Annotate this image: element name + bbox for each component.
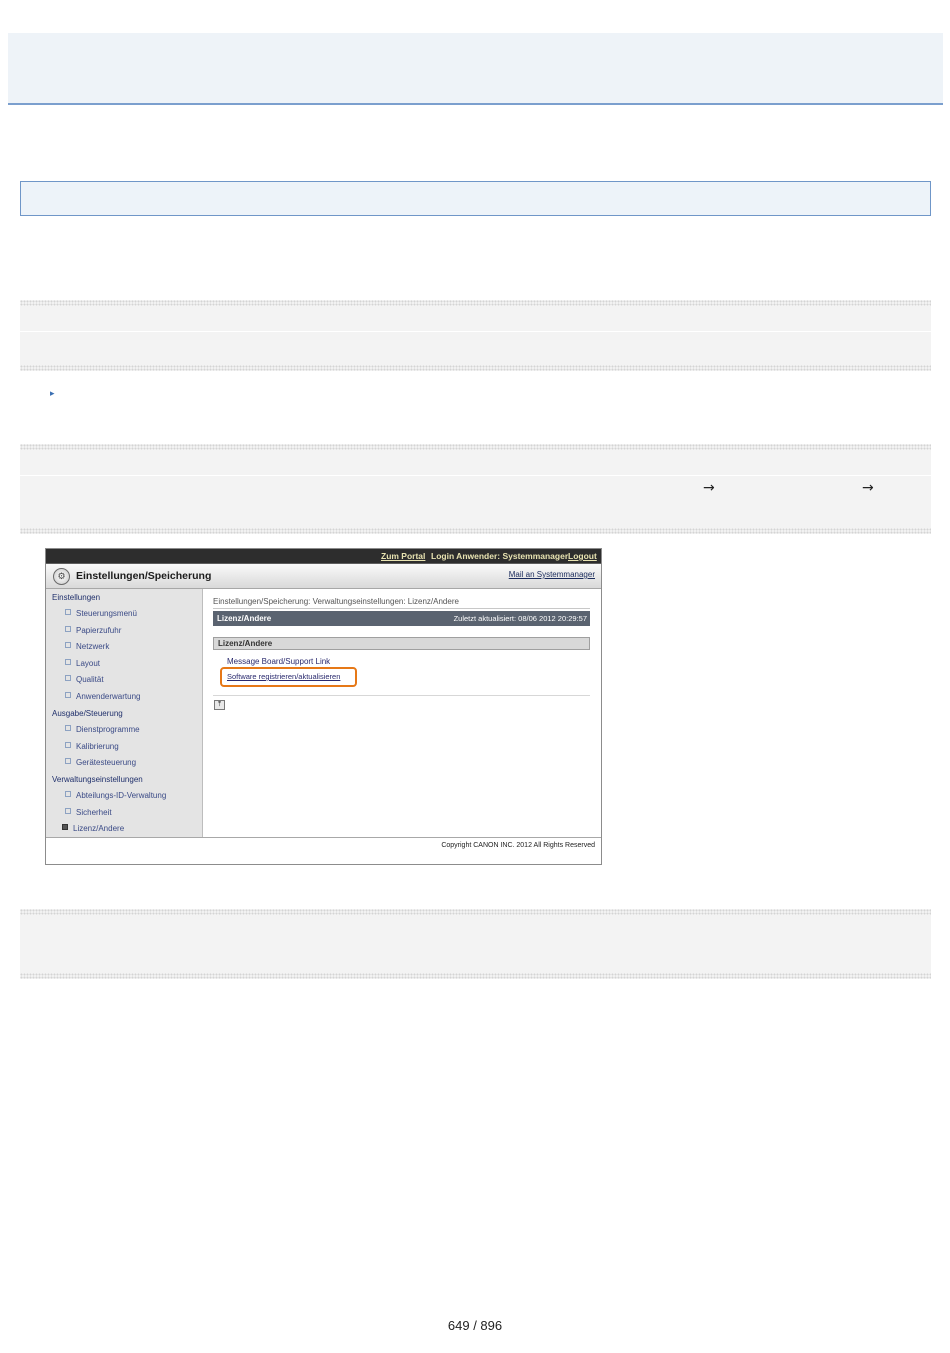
portal-link[interactable]: Zum Portal [381,551,425,561]
copyright: Copyright CANON INC. 2012 All Rights Res… [441,842,595,849]
step-band-bottom-border [20,973,931,979]
sidebar-item-label: Gerätesteuerung [76,758,137,767]
sidebar-item-steuerungsmenue[interactable]: Steuerungsmenü [65,609,137,618]
sidebar-item-label: Qualität [76,675,104,684]
software-register-link[interactable]: Software registrieren/aktualisieren [227,672,340,681]
arrow-icon: → [862,480,874,496]
bullet-square-icon [65,758,71,764]
step-band-1 [20,306,931,365]
link-arrow-icon: ▸ [50,389,55,399]
sidebar-item-label: Dienstprogramme [76,725,140,734]
step-band-divider [20,331,931,332]
sidebar: Einstellungen Steuerungsmenü Papierzufuh… [46,589,203,864]
step-band-3 [20,915,931,973]
sidebar-item-abteilungs-id[interactable]: Abteilungs-ID-Verwaltung [65,791,166,800]
bullet-square-icon [65,675,71,681]
bullet-square-icon [65,609,71,615]
sidebar-group-verwaltung: Verwaltungseinstellungen [52,775,143,784]
bullet-square-icon [65,742,71,748]
breadcrumb-divider [213,608,590,609]
page-number: 649 / 896 [447,1318,503,1333]
sidebar-item-label: Abteilungs-ID-Verwaltung [76,791,167,800]
logout-link[interactable]: Logout [568,551,597,561]
bullet-square-icon [65,659,71,665]
step-band-divider [20,475,931,476]
subsection-title-bar: Lizenz/Andere [213,637,590,650]
breadcrumb: Einstellungen/Speicherung: Verwaltungsei… [213,597,459,606]
remote-ui-header: ⚙ Einstellungen/Speicherung Mail an Syst… [46,564,601,589]
sidebar-item-label: Steuerungsmenü [76,609,137,618]
bullet-square-icon [65,626,71,632]
sidebar-item-kalibrierung[interactable]: Kalibrierung [65,742,119,751]
page-title: Einstellungen/Speicherung [76,570,212,582]
bullet-square-icon [65,808,71,814]
main-content: Einstellungen/Speicherung: Verwaltungsei… [204,589,601,837]
last-updated: Zuletzt aktualisiert: 08/06 2012 20:29:5… [453,614,587,623]
mail-systemmanager-link[interactable]: Mail an Systemmanager [509,570,595,579]
section-title: Lizenz/Andere [217,614,272,623]
remote-ui-screenshot: Zum Portal Login Anwender: Systemmanager… [45,548,602,865]
step-band-bottom-border [20,528,931,534]
sidebar-group-einstellungen: Einstellungen [52,593,101,602]
arrow-icon: → [703,480,715,496]
settings-gear-icon: ⚙ [53,568,70,585]
sidebar-item-lizenz-andere[interactable]: Lizenz/Andere [62,824,124,833]
sidebar-item-netzwerk[interactable]: Netzwerk [65,642,109,651]
page-header-band [8,33,943,105]
sidebar-item-label: Papierzufuhr [76,626,122,635]
sidebar-item-label: Layout [76,659,101,668]
sidebar-item-label: Netzwerk [76,642,110,651]
sidebar-item-label: Lizenz/Andere [73,824,125,833]
sidebar-item-geraetesteuerung[interactable]: Gerätesteuerung [65,758,136,767]
sidebar-item-qualitaet[interactable]: Qualität [65,675,104,684]
sidebar-item-label: Kalibrierung [76,742,119,751]
sidebar-item-sicherheit[interactable]: Sicherheit [65,808,112,817]
bullet-square-icon [65,725,71,731]
sidebar-item-label: Anwenderwartung [76,692,141,701]
remote-ui-topbar: Zum Portal Login Anwender: Systemmanager… [46,549,601,564]
bullet-square-icon [65,692,71,698]
sidebar-item-dienstprogramme[interactable]: Dienstprogramme [65,725,140,734]
back-to-top-icon[interactable]: ⤒ [214,700,225,710]
login-user-label: Login Anwender: Systemmanager [431,551,569,561]
sidebar-item-label: Sicherheit [76,808,112,817]
remote-ui-footer: Copyright CANON INC. 2012 All Rights Res… [46,837,601,864]
section-heading-box [20,181,931,216]
subsection-title: Lizenz/Andere [218,639,273,648]
bullet-square-icon [62,824,68,830]
message-board-link[interactable]: Message Board/Support Link [227,657,330,666]
sidebar-item-papierzufuhr[interactable]: Papierzufuhr [65,626,121,635]
step-band-bottom-border [20,365,931,371]
content-divider [213,695,590,696]
sidebar-item-layout[interactable]: Layout [65,659,100,668]
sidebar-group-ausgabe: Ausgabe/Steuerung [52,709,123,718]
step-band-2 [20,450,931,528]
bullet-square-icon [65,791,71,797]
bullet-square-icon [65,642,71,648]
sidebar-item-anwenderwartung[interactable]: Anwenderwartung [65,692,140,701]
section-title-bar: Lizenz/Andere Zuletzt aktualisiert: 08/0… [213,611,590,626]
